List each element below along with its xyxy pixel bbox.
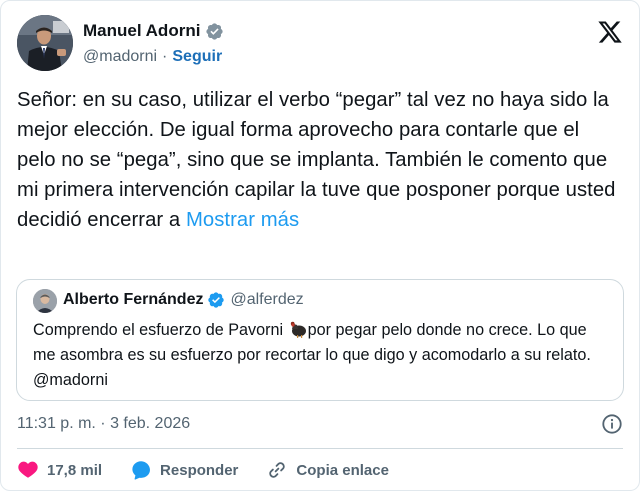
separator-dot: · (162, 48, 168, 65)
action-bar: 17,8 mil Responder Copia enlace (17, 459, 389, 481)
author-handle[interactable]: @madorni (83, 48, 157, 66)
quoted-author-handle: @alferdez (230, 291, 304, 308)
quoted-header: Alberto Fernández @alferdez (63, 291, 304, 309)
like-button[interactable]: 17,8 mil (17, 459, 102, 481)
reply-button[interactable]: Responder (130, 459, 238, 481)
quoted-author-name: Alberto Fernández (63, 291, 204, 308)
reply-bubble-icon (132, 461, 151, 480)
quoted-text: Comprendo el esfuerzo de Pavorni por peg… (33, 318, 613, 393)
heart-icon (18, 461, 38, 478)
verified-badge-icon (208, 292, 225, 308)
author-avatar[interactable] (17, 15, 73, 71)
info-icon[interactable] (601, 413, 623, 435)
author-name[interactable]: Manuel Adorni (83, 21, 200, 41)
likes-count: 17,8 mil (47, 461, 103, 479)
embedded-tweet-card: Manuel Adorni @madorni · Seguir Señor: e… (0, 0, 640, 491)
show-more-link[interactable]: Mostrar más (186, 209, 299, 231)
quoted-tweet[interactable]: Alberto Fernández @alferdez Comprendo el… (16, 279, 624, 401)
reply-label: Responder (160, 461, 239, 479)
link-icon (269, 462, 286, 478)
verified-badge-icon (206, 22, 224, 40)
author-name-row: Manuel Adorni (83, 21, 224, 41)
tweet-header: Manuel Adorni @madorni · Seguir (17, 15, 625, 75)
x-logo-icon[interactable] (597, 19, 623, 45)
copy-link-button[interactable]: Copia enlace (266, 459, 389, 481)
author-handle-row: @madorni · Seguir (83, 48, 222, 66)
copy-link-label: Copia enlace (296, 461, 389, 479)
tweet-timestamp[interactable]: 11:31 p. m. · 3 feb. 2026 (17, 415, 190, 433)
turkey-icon (290, 321, 306, 338)
tweet-body: Señor: en su caso, utilizar el verbo “pe… (17, 85, 623, 235)
quoted-author-avatar (33, 289, 57, 313)
quoted-text-start: Comprendo el esfuerzo de Pavorni (33, 321, 288, 339)
tweet-text: Señor: en su caso, utilizar el verbo “pe… (17, 89, 616, 231)
divider (17, 448, 623, 449)
follow-button[interactable]: Seguir (172, 48, 222, 66)
